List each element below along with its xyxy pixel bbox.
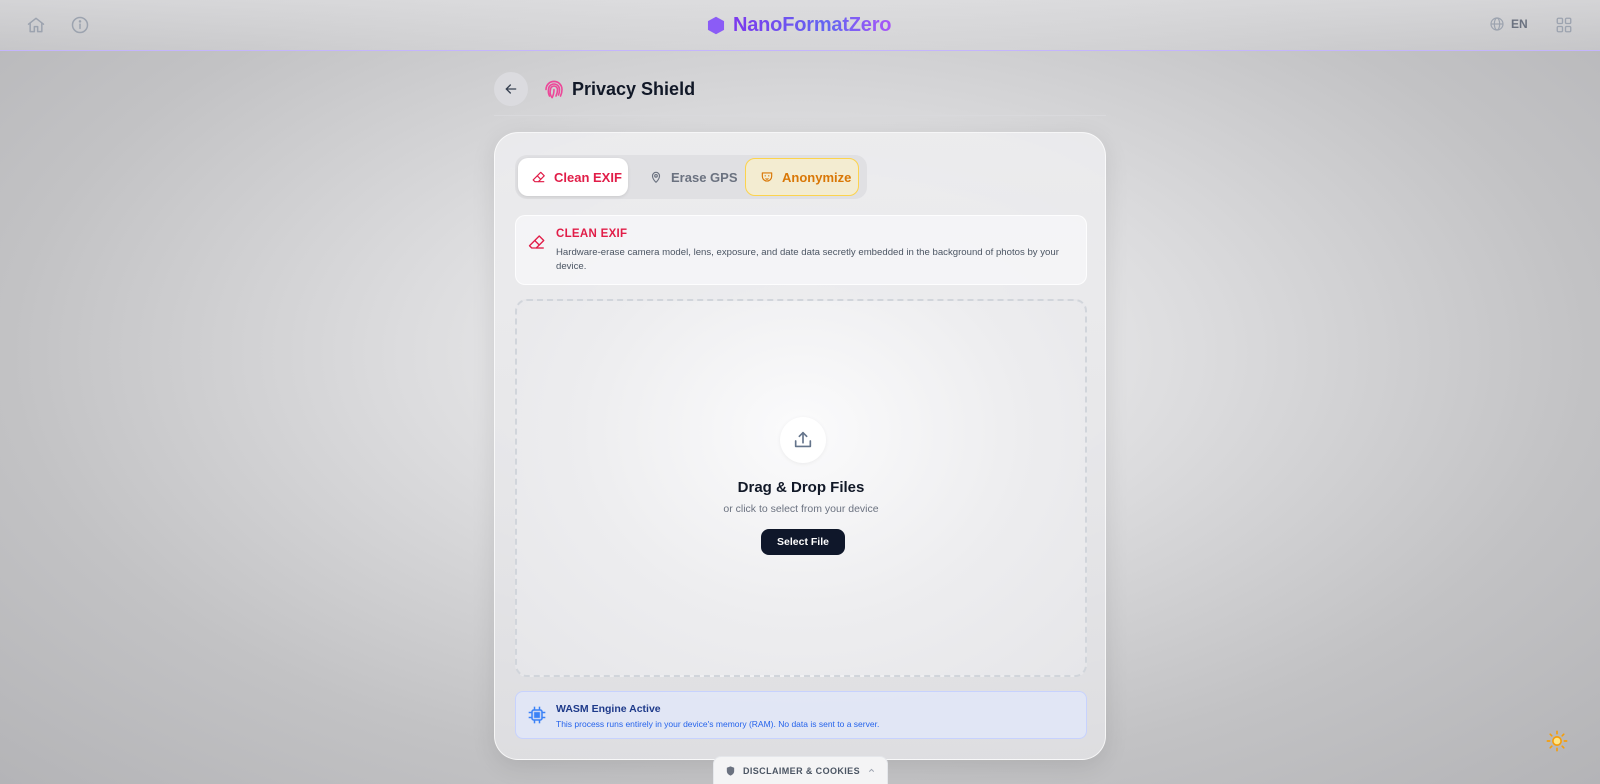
brand-name: NanoFormatZero [733,13,892,36]
tab-erase-gps[interactable]: Erase GPS [635,158,747,196]
file-dropzone[interactable]: Drag & Drop Files or click to select fro… [515,299,1087,677]
select-file-button[interactable]: Select File [761,529,845,555]
info-title: CLEAN EXIF [556,228,628,240]
mode-tabs: Clean EXIF Erase GPS Anonymize [515,155,867,199]
fingerprint-icon [542,77,566,101]
globe-icon [1489,16,1505,32]
mode-info-panel: CLEAN EXIF Hardware-erase camera model, … [515,215,1087,285]
wasm-description: This process runs entirely in your devic… [556,719,880,729]
shield-icon [725,765,736,777]
disclaimer-cookies-toggle[interactable]: DISCLAIMER & COOKIES [713,756,888,784]
privacy-shield-card: Clean EXIF Erase GPS Anonymize CLEAN EXI… [494,132,1106,760]
eraser-icon [532,170,546,184]
disclaimer-label: DISCLAIMER & COOKIES [742,765,860,776]
tab-anonymize-label: Anonymize [782,169,852,185]
map-pin-icon [649,170,663,184]
page-header: Privacy Shield [494,72,1106,116]
dropzone-title: Drag & Drop Files [737,479,865,496]
page-title: Privacy Shield [572,79,696,99]
tab-clean-exif[interactable]: Clean EXIF [518,158,628,196]
dropzone-subtitle: or click to select from your device [723,503,879,515]
eraser-icon [528,233,546,251]
tab-anonymize[interactable]: Anonymize [745,158,859,196]
info-description: Hardware-erase camera model, lens, expos… [556,247,1059,272]
hexagon-logo-icon [707,16,725,35]
grid-icon[interactable] [1553,14,1575,36]
home-icon[interactable] [25,14,47,36]
top-bar: NanoFormatZero EN [0,0,1600,51]
language-selector[interactable]: EN [1489,16,1528,32]
tab-clean-exif-label: Clean EXIF [554,169,622,185]
info-icon[interactable] [69,14,91,36]
wasm-status-panel: WASM Engine Active This process runs ent… [515,691,1087,739]
language-label: EN [1511,17,1528,31]
back-button[interactable] [494,72,528,106]
brand[interactable]: NanoFormatZero [707,12,892,38]
mask-icon [760,170,774,184]
cpu-chip-icon [527,705,547,725]
sun-icon[interactable] [1545,729,1569,753]
tab-erase-gps-label: Erase GPS [671,169,738,185]
chevron-up-icon [867,766,876,775]
arrow-left-icon [503,81,519,97]
upload-icon [780,417,826,463]
wasm-title: WASM Engine Active [556,703,661,715]
